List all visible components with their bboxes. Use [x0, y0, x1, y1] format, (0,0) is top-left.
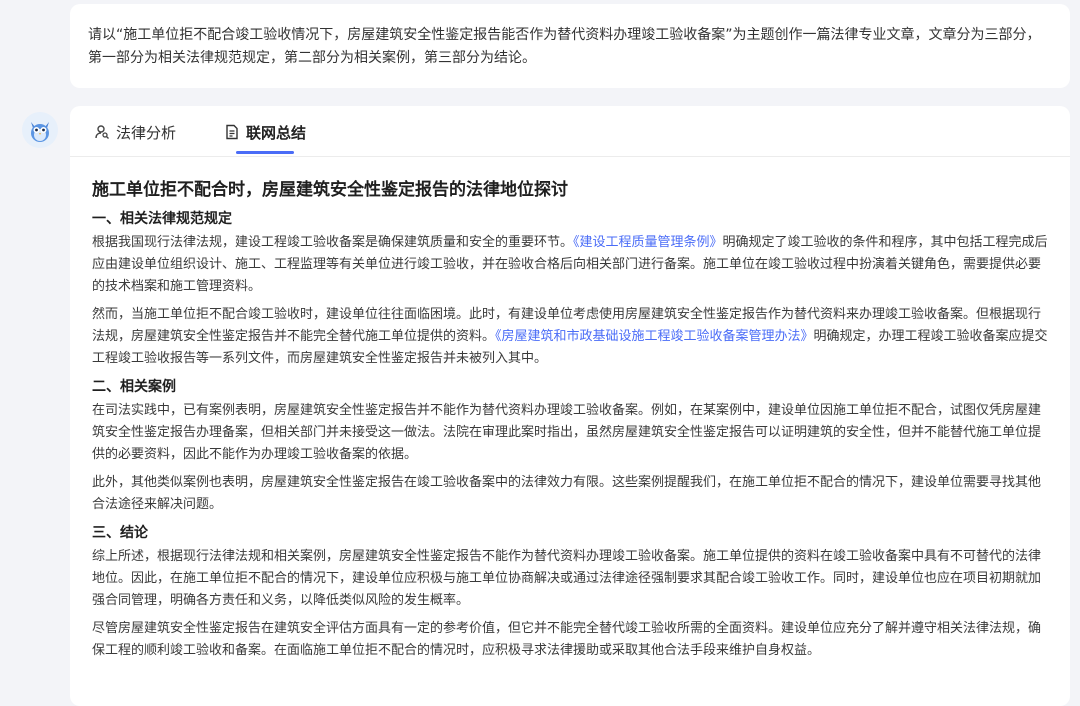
answer-tabs: 法律分析 联网总结: [70, 106, 1070, 157]
section-heading: 三、结论: [92, 525, 148, 541]
tab-web-summary[interactable]: 联网总结: [224, 120, 306, 144]
assistant-avatar: [22, 112, 58, 148]
regulation-link[interactable]: 《建设工程质量管理条例》: [573, 235, 723, 250]
active-tab-indicator: [236, 151, 294, 154]
person-search-icon: [94, 124, 110, 140]
article-paragraph: 根据我国现行法律法规，建设工程竣工验收备案是确保建筑质量和安全的重要环节。《建设…: [92, 235, 1048, 294]
article-paragraph: 然而，当施工单位拒不配合竣工验收时，建设单位往往面临困境。此时，有建设单位考虑使…: [92, 307, 1048, 366]
article-paragraph: 此外，其他类似案例也表明，房屋建筑安全性鉴定报告在竣工验收备案中的法律效力有限。…: [92, 475, 1042, 512]
article-paragraph: 尽管房屋建筑安全性鉴定报告在建筑安全评估方面具有一定的参考价值，但它并不能完全替…: [92, 621, 1042, 658]
tab-web-summary-label: 联网总结: [246, 123, 307, 142]
owl-mascot-icon: [22, 112, 58, 148]
regulation-link[interactable]: 《房屋建筑和市政基础设施工程竣工验收备案管理办法》: [495, 329, 814, 344]
tab-legal-analysis-label: 法律分析: [116, 123, 177, 142]
user-prompt-text: 请以“施工单位拒不配合竣工验收情况下，房屋建筑安全性鉴定报告能否作为替代资料办理…: [88, 27, 1041, 66]
answer-card: 法律分析 联网总结 施工单位拒不配合时，房屋建筑安全性鉴定报告的法律地位探讨 一…: [70, 106, 1070, 706]
tab-legal-analysis[interactable]: 法律分析: [94, 120, 176, 144]
article-content: 施工单位拒不配合时，房屋建筑安全性鉴定报告的法律地位探讨 一、相关法律规范规定 …: [92, 178, 1050, 668]
article-paragraph: 综上所述，根据现行法律法规和相关案例，房屋建筑安全性鉴定报告不能作为替代资料办理…: [92, 549, 1042, 608]
section-heading: 一、相关法律规范规定: [92, 211, 232, 227]
user-prompt-card: 请以“施工单位拒不配合竣工验收情况下，房屋建筑安全性鉴定报告能否作为替代资料办理…: [70, 4, 1070, 88]
article-paragraph: 在司法实践中，已有案例表明，房屋建筑安全性鉴定报告并不能作为替代资料办理竣工验收…: [92, 403, 1042, 462]
section-heading: 二、相关案例: [92, 379, 176, 395]
document-icon: [224, 124, 240, 140]
article-title: 施工单位拒不配合时，房屋建筑安全性鉴定报告的法律地位探讨: [92, 180, 568, 200]
